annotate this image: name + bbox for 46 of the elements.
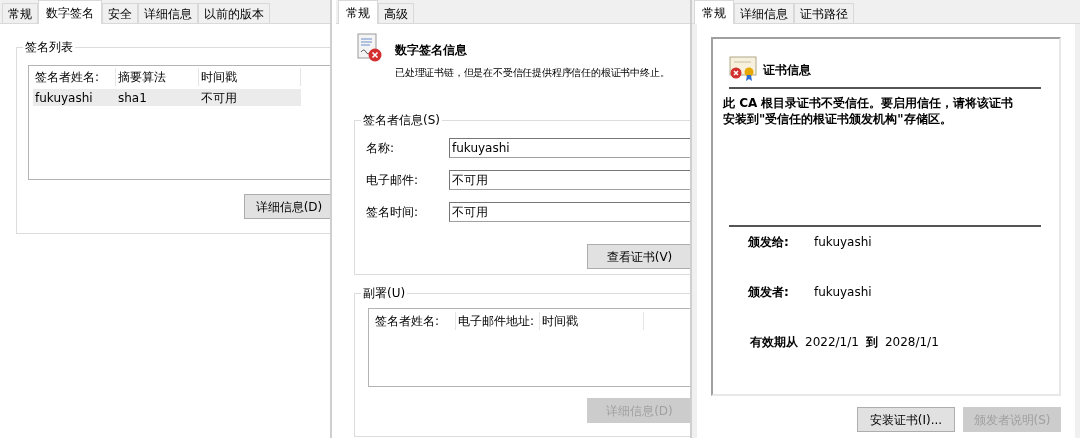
tab[interactable]: 证书路径 <box>794 3 854 23</box>
signature-row[interactable]: fukuyashi sha1 不可用 <box>33 89 301 106</box>
group-title: 副署(U) <box>361 285 408 301</box>
dialog-button[interactable]: 安装证书(I)... <box>857 407 955 432</box>
column-header[interactable]: 签名者姓名: <box>373 312 456 330</box>
field-label: 名称: <box>365 140 396 157</box>
certificate-error-icon <box>729 55 757 81</box>
tab[interactable]: 详细信息 <box>734 3 794 23</box>
dialog-button[interactable]: 详细信息(D) <box>244 194 330 219</box>
tab[interactable]: 安全 <box>102 3 138 23</box>
field-label: 到 <box>865 334 878 351</box>
field-label: 颁发给: <box>748 234 790 251</box>
read-only-field[interactable]: 不可用 <box>449 170 690 190</box>
table-cell-text: sha1 <box>117 89 148 107</box>
tab[interactable]: 高级 <box>378 3 414 23</box>
field-value: 2028/1/1 <box>884 334 939 351</box>
field-value: 2022/1/1 <box>805 334 859 351</box>
dialog-button[interactable]: 查看证书(V) <box>587 244 690 269</box>
group-title: 签名列表 <box>23 39 75 55</box>
group-title: 签名者信息(S) <box>361 112 442 128</box>
signed-document-error-icon <box>356 33 383 63</box>
read-only-field[interactable]: fukuyashi <box>449 138 690 158</box>
tab[interactable]: 常规 <box>338 0 378 24</box>
table-cell-text: fukuyashi <box>34 89 94 107</box>
tab[interactable]: 详细信息 <box>138 3 198 23</box>
field-label: 颁发者: <box>748 284 790 301</box>
tab[interactable]: 常规 <box>694 0 734 24</box>
certificate-heading: 证书信息 <box>763 62 811 79</box>
field-label: 电子邮件: <box>365 172 420 189</box>
tab[interactable]: 数字签名 <box>38 0 102 24</box>
read-only-field[interactable]: 不可用 <box>449 202 690 222</box>
field-label: 签名时间: <box>365 204 420 221</box>
status-message: 已处理证书链，但是在不受信任提供程序信任的根证书中终止。 <box>395 66 670 80</box>
field-value: fukuyashi <box>814 284 872 301</box>
table-cell-text: 不可用 <box>200 89 238 107</box>
field-value: fukuyashi <box>814 234 872 251</box>
field-label: 有效期从 <box>750 334 798 351</box>
column-header[interactable]: 时间戳 <box>540 312 644 330</box>
tab[interactable]: 常规 <box>2 3 38 23</box>
column-header[interactable]: 电子邮件地址: <box>456 312 540 330</box>
column-header[interactable]: 签名者姓名: <box>33 68 116 86</box>
column-header[interactable]: 摘要算法 <box>116 68 199 86</box>
column-header[interactable]: 时间戳 <box>199 68 301 86</box>
trust-warning: 此 CA 根目录证书不受信任。要启用信任，请将该证书安装到"受信任的根证书颁发机构"存储区。 <box>723 95 1015 127</box>
dialog-heading: 数字签名信息 <box>395 42 468 59</box>
tab[interactable]: 以前的版本 <box>198 3 270 23</box>
